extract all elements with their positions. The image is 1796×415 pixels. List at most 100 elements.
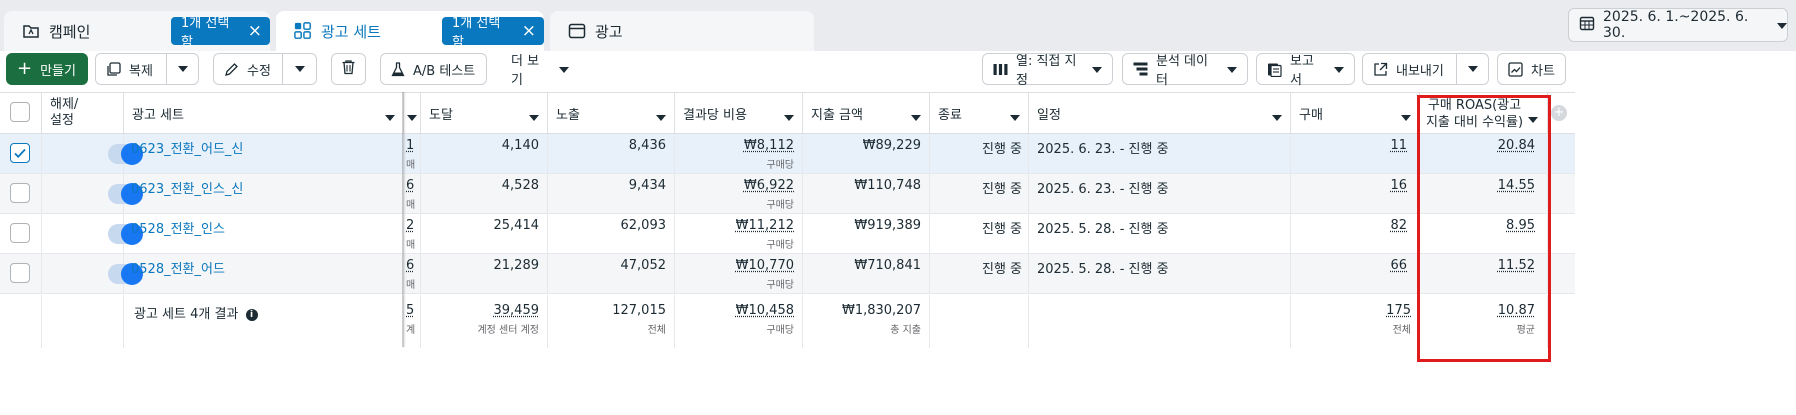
schedule-value: 2025. 5. 28. - 진행 중 (1037, 222, 1169, 237)
close-icon[interactable]: × (248, 22, 262, 40)
purchases-value[interactable]: 66 (1390, 258, 1407, 273)
grid-icon (294, 22, 312, 40)
cpr-value[interactable]: ₩6,922 (744, 178, 794, 193)
adset-name-link[interactable]: 0623_전환_어드_신 (131, 142, 243, 157)
end-value: 진행 중 (981, 262, 1022, 277)
cpr-value[interactable]: ₩8,112 (744, 138, 794, 153)
row-reach-cell: 21,289 (421, 254, 548, 294)
row-checkbox[interactable] (10, 183, 30, 203)
totals-roas-value[interactable]: 10.87 (1498, 303, 1535, 318)
export-icon (1373, 62, 1388, 77)
row-checkbox[interactable] (10, 263, 30, 283)
export-dropdown[interactable] (1456, 53, 1489, 85)
totals-purchases: 175 전체 (1291, 295, 1420, 348)
ad-window-icon (568, 22, 586, 40)
columns-button[interactable]: 열: 직접 지정 (982, 53, 1113, 88)
header-name-label: 광고 세트 (132, 108, 184, 123)
row-schedule-cell: 2025. 5. 28. - 진행 중 (1029, 214, 1291, 254)
header-clipped[interactable] (404, 93, 421, 134)
table-row[interactable]: 0623_전환_인스_신 6 매 4,528 9,434 ₩6,922 구매당 ₩110,74… (0, 174, 1575, 214)
row-schedule-cell: 2025. 6. 23. - 진행 중 (1029, 174, 1291, 214)
select-all-checkbox[interactable] (10, 102, 30, 122)
end-value: 진행 중 (981, 182, 1022, 197)
cpr-value[interactable]: ₩10,770 (736, 258, 794, 273)
row-checkbox[interactable] (10, 223, 30, 243)
roas-value[interactable]: 8.95 (1506, 218, 1535, 233)
adset-name-link[interactable]: 0623_전환_인스_신 (131, 182, 243, 197)
edit-dropdown[interactable] (282, 53, 317, 85)
table-row[interactable]: 0528_전환_어드 6 매 21,289 47,052 ₩10,770 구매당 ₩710,8… (0, 254, 1575, 294)
campaign-selected-badge[interactable]: 1개 선택함 × (171, 16, 270, 50)
date-range-picker[interactable]: 2025. 6. 1.~2025. 6. 30. (1568, 8, 1788, 42)
header-impressions[interactable]: 노출 (548, 93, 675, 134)
header-purchases[interactable]: 구매 (1291, 93, 1420, 134)
row-checkbox[interactable] (10, 143, 30, 163)
reach-value: 4,140 (501, 138, 539, 153)
edit-button[interactable]: 수정 (213, 53, 283, 85)
create-button[interactable]: + 만들기 (6, 53, 88, 85)
purchases-value[interactable]: 11 (1390, 138, 1407, 153)
reports-button[interactable]: 보고서 (1256, 53, 1355, 88)
more-button[interactable]: 더 보기 (500, 53, 580, 88)
totals-reach-value[interactable]: 39,459 (494, 303, 540, 318)
roas-value[interactable]: 20.84 (1498, 138, 1535, 153)
chevron-down-icon (1092, 62, 1102, 77)
duplicate-button[interactable]: 복제 (95, 53, 167, 85)
header-cpr[interactable]: 결과당 비용 (675, 93, 803, 134)
row-name-cell: 0528_전환_어드 (124, 254, 404, 294)
header-roas[interactable]: 구매 ROAS(광고 지출 대비 수익률) (1420, 93, 1548, 134)
roas-value[interactable]: 14.55 (1498, 178, 1535, 193)
edit-label: 수정 (247, 63, 271, 79)
totals-clipped: 5 계 (404, 295, 421, 348)
chevron-down-icon (1528, 111, 1538, 128)
breakdown-button[interactable]: 분석 데이터 (1122, 53, 1248, 88)
end-value: 진행 중 (981, 222, 1022, 237)
adset-name-link[interactable]: 0528_전환_인스 (131, 222, 225, 237)
totals-impressions-sub: 전체 (647, 325, 666, 336)
delete-button[interactable] (331, 53, 366, 85)
tab-ad[interactable]: 광고 (550, 11, 814, 51)
adset-selected-badge[interactable]: 1개 선택함 × (442, 16, 544, 50)
header-roas-label-1: 구매 ROAS(광고 (1427, 97, 1522, 113)
row-end-cell: 진행 중 (930, 134, 1029, 174)
header-end[interactable]: 종료 (930, 93, 1029, 134)
trash-icon (341, 59, 356, 79)
export-button[interactable]: 내보내기 (1362, 53, 1457, 85)
row-toggle-cell (42, 254, 143, 294)
header-schedule[interactable]: 일정 (1029, 93, 1291, 134)
close-icon[interactable]: × (522, 22, 536, 40)
duplicate-dropdown[interactable] (166, 53, 199, 85)
info-icon[interactable]: i (245, 308, 258, 321)
chart-label: 차트 (1531, 63, 1555, 79)
row-roas-cell: 20.84 (1420, 134, 1548, 174)
tab-campaign[interactable]: 캠페인 1개 선택함 × (4, 11, 270, 51)
chevron-down-icon (529, 110, 539, 125)
breakdown-label: 분석 데이터 (1156, 54, 1208, 88)
roas-value[interactable]: 11.52 (1498, 258, 1535, 273)
table-row[interactable]: 0528_전환_인스 2 매 25,414 62,093 ₩11,212 구매당 ₩919,3… (0, 214, 1575, 254)
header-reach[interactable]: 도달 (421, 93, 548, 134)
adset-name-link[interactable]: 0528_전환_어드 (131, 262, 225, 277)
chevron-down-icon (1467, 66, 1478, 72)
purchases-value[interactable]: 82 (1390, 218, 1407, 233)
totals-purchases-sub: 전체 (1392, 325, 1411, 336)
table-row[interactable]: 0623_전환_어드_신 1 매 4,140 8,436 ₩8,112 구매당 ₩89,229… (0, 134, 1575, 174)
clipped-value: 6 (406, 258, 415, 273)
tab-adset[interactable]: 광고 세트 1개 선택함 × (276, 11, 544, 51)
header-name[interactable]: 광고 세트 (124, 93, 404, 134)
purchases-value[interactable]: 16 (1390, 178, 1407, 193)
totals-cpr-value[interactable]: ₩10,458 (736, 303, 794, 318)
chevron-down-icon (656, 110, 666, 125)
totals-purchases-value[interactable]: 175 (1386, 303, 1411, 318)
clipped-sub: 매 (406, 280, 416, 291)
spend-value: ₩110,748 (854, 178, 921, 193)
header-toggle[interactable]: 해제/설정 (42, 93, 124, 134)
cpr-value[interactable]: ₩11,212 (736, 218, 794, 233)
header-spend[interactable]: 지출 금액 (803, 93, 930, 134)
totals-end (930, 295, 1029, 348)
chart-button[interactable]: 차트 (1497, 53, 1566, 85)
row-toggle-cell (42, 134, 143, 174)
ab-test-button[interactable]: A/B 테스트 (380, 53, 487, 85)
add-column-icon[interactable]: + (1551, 105, 1567, 121)
totals-impressions: 127,015 전체 (548, 295, 675, 348)
